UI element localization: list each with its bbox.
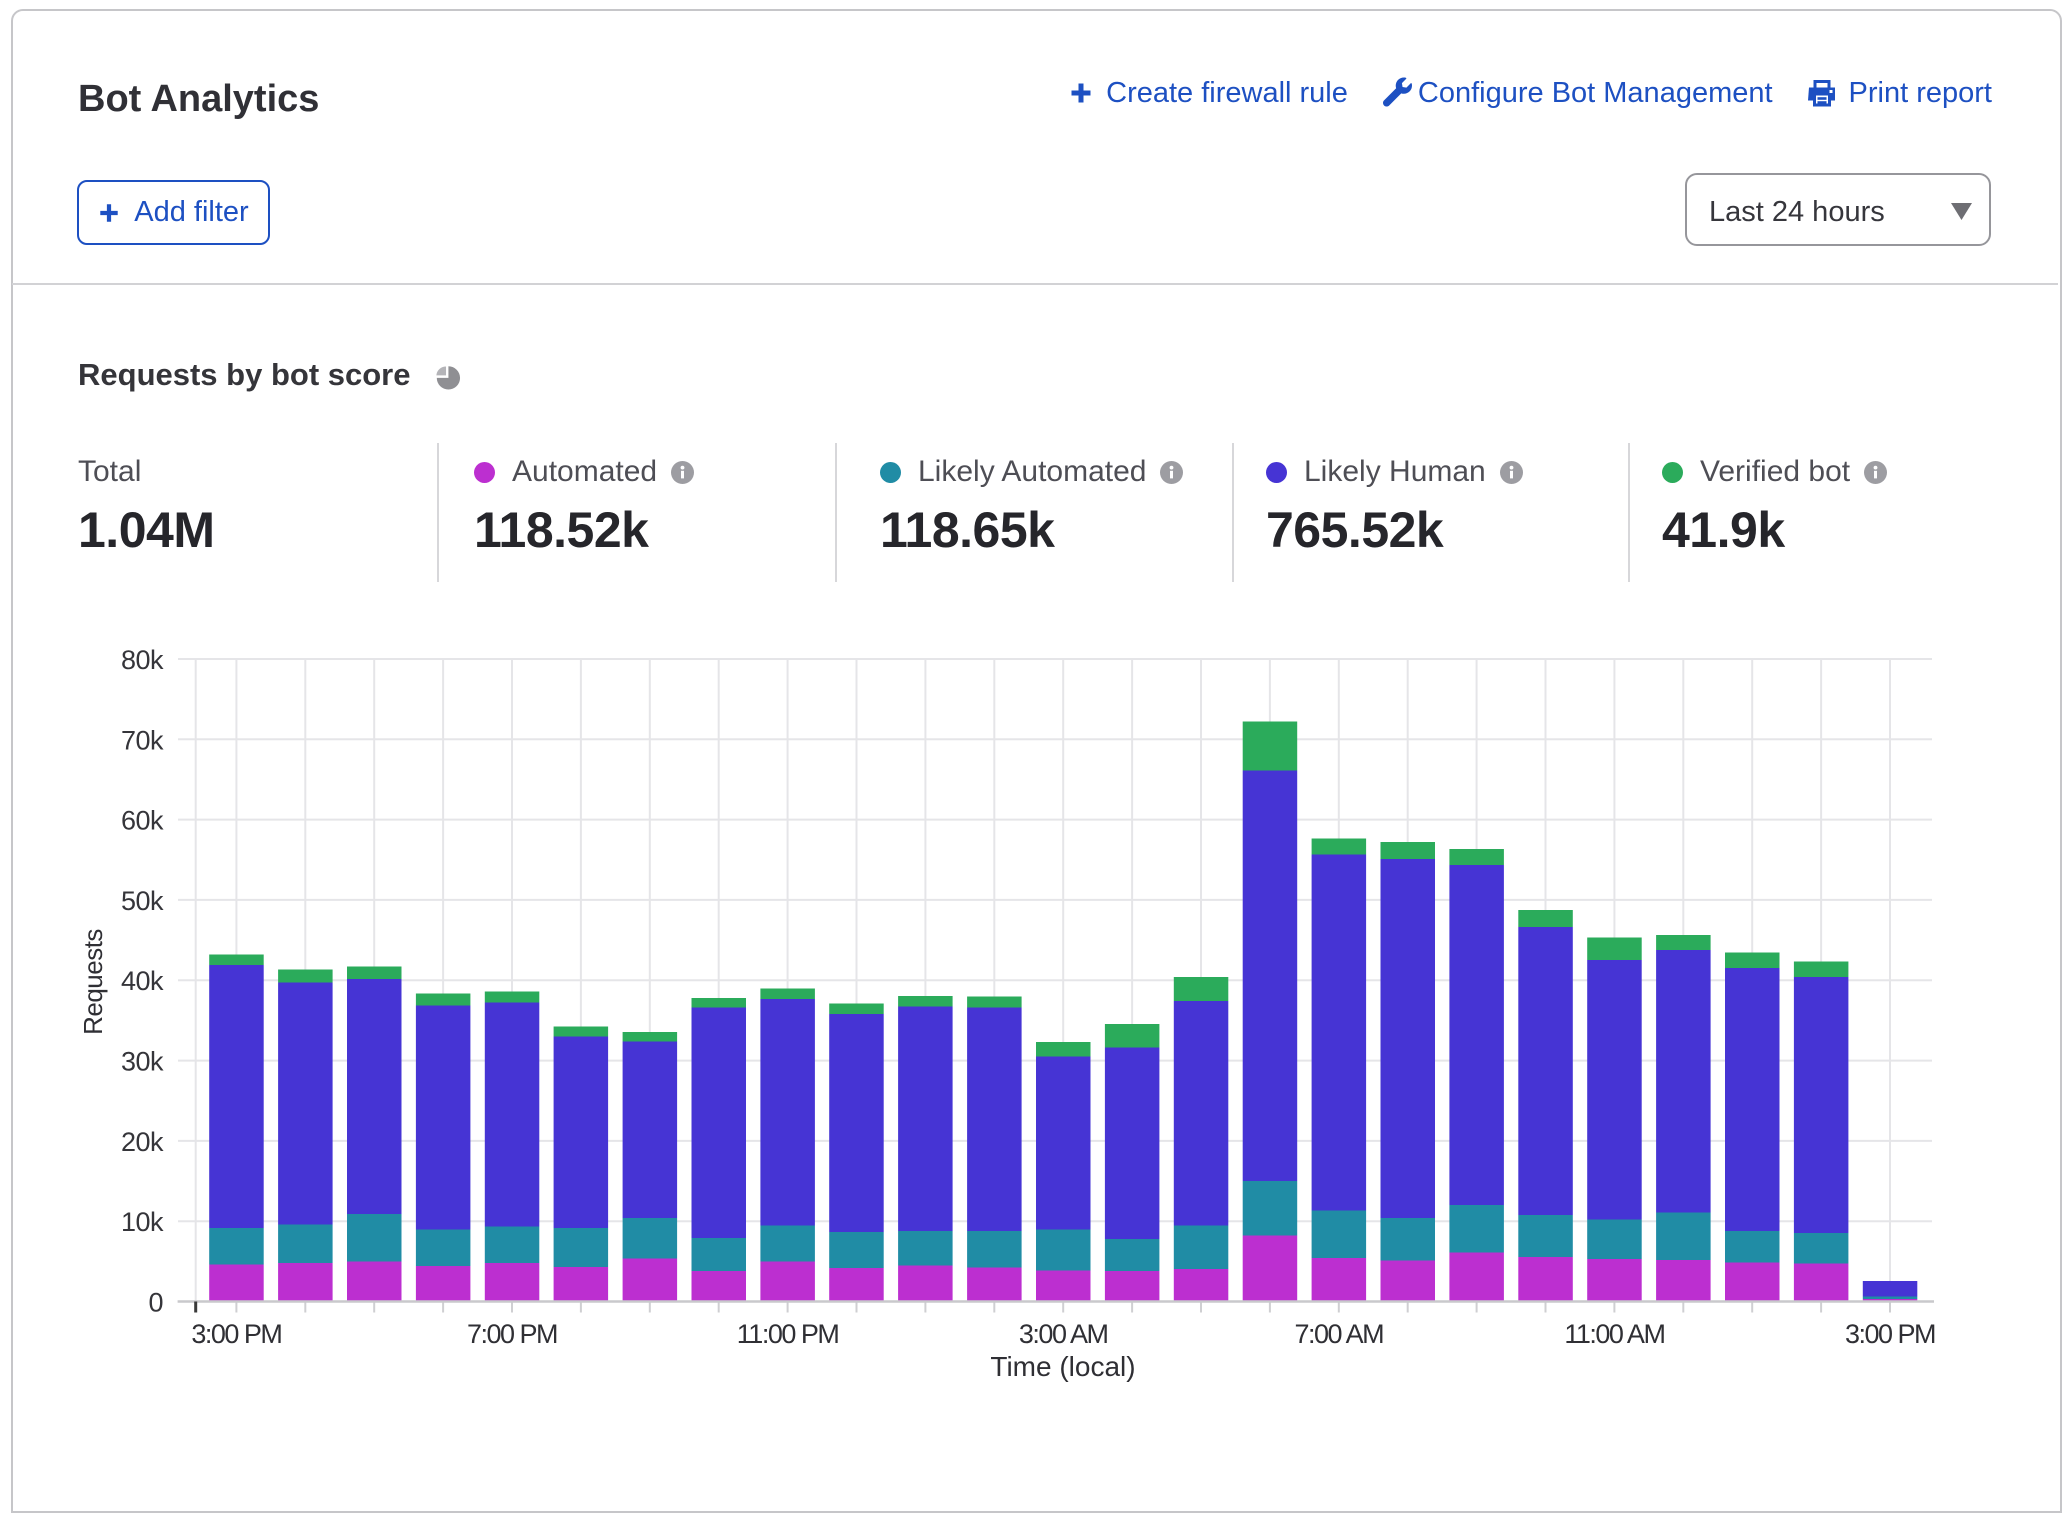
svg-text:60k: 60k <box>121 806 164 836</box>
svg-text:20k: 20k <box>121 1127 164 1157</box>
svg-text:3:00 AM: 3:00 AM <box>1019 1319 1108 1349</box>
svg-text:Requests: Requests <box>78 929 108 1035</box>
svg-text:11:00 PM: 11:00 PM <box>737 1319 839 1349</box>
svg-text:50k: 50k <box>121 886 164 916</box>
svg-text:11:00 AM: 11:00 AM <box>1564 1319 1664 1349</box>
svg-text:10k: 10k <box>121 1207 164 1237</box>
svg-text:0: 0 <box>148 1288 163 1318</box>
svg-text:3:00 PM: 3:00 PM <box>191 1319 281 1349</box>
svg-text:30k: 30k <box>121 1047 164 1077</box>
svg-text:40k: 40k <box>121 966 164 996</box>
svg-text:7:00 PM: 7:00 PM <box>467 1319 557 1349</box>
svg-text:Time (local): Time (local) <box>990 1351 1135 1382</box>
svg-text:80k: 80k <box>121 645 164 675</box>
svg-text:70k: 70k <box>121 725 164 755</box>
svg-text:3:00 PM: 3:00 PM <box>1845 1319 1935 1349</box>
svg-text:7:00 AM: 7:00 AM <box>1295 1319 1384 1349</box>
